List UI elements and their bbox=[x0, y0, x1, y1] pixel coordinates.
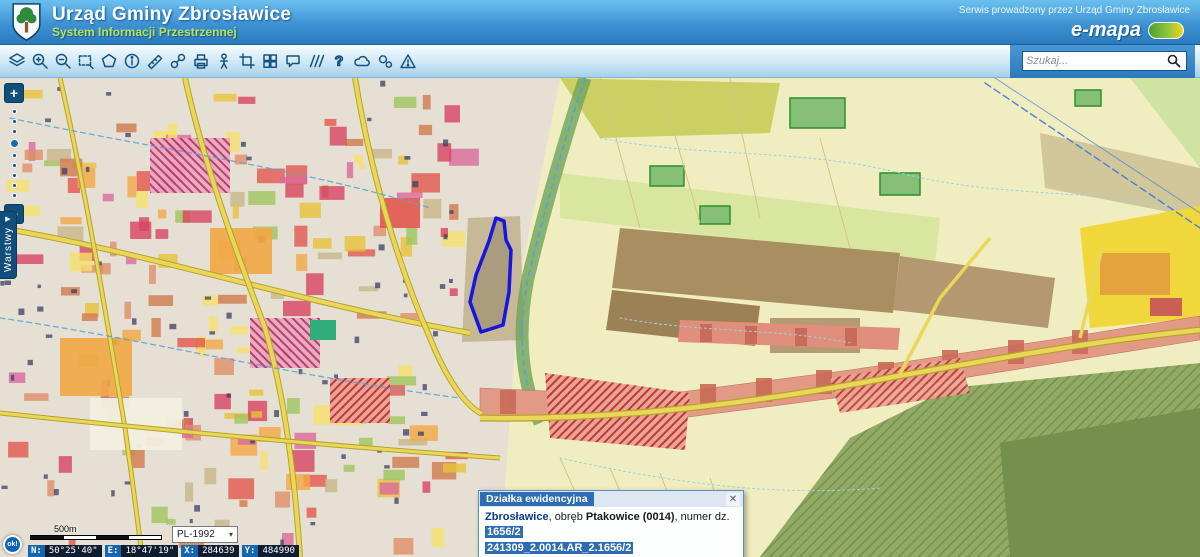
geoportal-badge-icon[interactable] bbox=[1148, 22, 1184, 39]
parcel-number: 1656/2 bbox=[485, 526, 523, 538]
cloud-icon[interactable] bbox=[350, 48, 373, 74]
coord-e-label: E: bbox=[105, 545, 122, 557]
coord-x-value: 284639 bbox=[198, 545, 239, 557]
scale-bar: 500m bbox=[30, 524, 162, 540]
parcel-description: Zbrosławice, obręb Ptakowice (0014), num… bbox=[485, 510, 737, 541]
projection-select[interactable]: PL-1992 ▾ bbox=[172, 526, 238, 543]
scale-label: 500m bbox=[54, 524, 162, 534]
emapa-brand[interactable]: e-mapa bbox=[1071, 19, 1141, 42]
street-view-icon[interactable] bbox=[212, 48, 235, 74]
zoom-level-dot[interactable] bbox=[12, 129, 17, 134]
coat-of-arms-logo bbox=[10, 2, 43, 42]
coord-n-label: N: bbox=[28, 545, 45, 557]
search-box bbox=[1022, 51, 1187, 71]
tiles-icon[interactable] bbox=[258, 48, 281, 74]
parcel-sep1: , obręb bbox=[549, 511, 586, 523]
coord-y-label: Y: bbox=[242, 545, 259, 557]
parcel-commune: Zbrosławice bbox=[485, 511, 549, 523]
parcel-obreb: Ptakowice (0014) bbox=[586, 511, 675, 523]
layers-panel-tab[interactable]: ▶ Warstwy bbox=[0, 211, 17, 279]
parcel-info-popup: Działka ewidencyjna ✕ Zbrosławice, obręb… bbox=[478, 490, 744, 557]
coord-n: N: 50°25'40" bbox=[28, 545, 102, 557]
settings-icon[interactable] bbox=[373, 48, 396, 74]
service-note: Serwis prowadzony przez Urząd Gminy Zbro… bbox=[959, 5, 1190, 16]
chevron-right-icon: ▶ bbox=[5, 216, 10, 224]
coord-e-value: 18°47'19" bbox=[121, 545, 178, 557]
parcel-sep2: , numer dz. bbox=[675, 511, 730, 523]
header: Urząd Gminy Zbrosławice System Informacj… bbox=[0, 0, 1200, 45]
hatch-icon[interactable] bbox=[304, 48, 327, 74]
selected-parcel-outline bbox=[470, 218, 511, 332]
zoom-slider[interactable] bbox=[10, 103, 19, 204]
projection-value: PL-1992 bbox=[177, 529, 215, 540]
zoom-level-dot[interactable] bbox=[12, 193, 17, 198]
page-subtitle: System Informacji Przestrzennej bbox=[52, 26, 291, 40]
toolbar: ? bbox=[0, 45, 1200, 78]
layers-icon[interactable] bbox=[5, 48, 28, 74]
help-icon[interactable]: ? bbox=[327, 48, 350, 74]
coord-n-value: 50°25'40" bbox=[45, 545, 102, 557]
zoom-level-dot[interactable] bbox=[12, 183, 17, 188]
zoom-level-dot[interactable] bbox=[12, 173, 17, 178]
popup-body: Zbrosławice, obręb Ptakowice (0014), num… bbox=[479, 507, 743, 557]
page-title: Urząd Gminy Zbrosławice bbox=[52, 4, 291, 26]
site-titles: Urząd Gminy Zbrosławice System Informacj… bbox=[52, 4, 291, 40]
zoom-control: + − bbox=[3, 83, 25, 224]
zoom-in-button[interactable]: + bbox=[4, 83, 24, 103]
search-input[interactable] bbox=[1026, 55, 1165, 67]
info-icon[interactable] bbox=[120, 48, 143, 74]
roadworks-icon[interactable] bbox=[396, 48, 419, 74]
map-image bbox=[0, 78, 1200, 557]
toolbar-search-area bbox=[1010, 45, 1195, 78]
select-area-icon[interactable] bbox=[74, 48, 97, 74]
map-canvas[interactable]: + − ▶ Warstwy 500m PL-1992 ▾ N: 50°25'40… bbox=[0, 78, 1200, 557]
comment-icon[interactable] bbox=[281, 48, 304, 74]
print-icon[interactable] bbox=[189, 48, 212, 74]
popup-titlebar: Działka ewidencyjna ✕ bbox=[479, 491, 743, 507]
coord-y: Y: 484990 bbox=[242, 545, 299, 557]
popup-title: Działka ewidencyjna bbox=[480, 492, 594, 506]
zoom-out-icon[interactable] bbox=[51, 48, 74, 74]
parcel-identifier-row: 241309_2.0014.AR_2.1656/2 bbox=[485, 541, 737, 556]
coord-x: X: 284639 bbox=[181, 545, 238, 557]
search-icon[interactable] bbox=[1165, 52, 1183, 70]
close-icon[interactable]: ✕ bbox=[726, 493, 740, 506]
measure-icon[interactable] bbox=[143, 48, 166, 74]
header-right: Serwis prowadzony przez Urząd Gminy Zbro… bbox=[959, 2, 1190, 42]
ok-logo[interactable]: ok! bbox=[3, 535, 22, 554]
coord-y-value: 484990 bbox=[258, 545, 299, 557]
coordinate-readout: N: 50°25'40" E: 18°47'19" X: 284639 Y: 4… bbox=[28, 545, 299, 557]
zoom-level-dot[interactable] bbox=[12, 119, 17, 124]
zoom-level-dot[interactable] bbox=[12, 153, 17, 158]
zoom-in-icon[interactable] bbox=[28, 48, 51, 74]
zoom-level-dot[interactable] bbox=[12, 163, 17, 168]
coord-x-label: X: bbox=[181, 545, 198, 557]
svg-text:?: ? bbox=[334, 53, 343, 69]
parcel-identifier: 241309_2.0014.AR_2.1656/2 bbox=[485, 542, 633, 554]
link-icon[interactable] bbox=[166, 48, 189, 74]
crop-icon[interactable] bbox=[235, 48, 258, 74]
layers-tab-label: Warstwy bbox=[3, 227, 14, 272]
scale-bar-segments bbox=[30, 535, 162, 540]
select-polygon-icon[interactable] bbox=[97, 48, 120, 74]
coord-e: E: 18°47'19" bbox=[105, 545, 179, 557]
chevron-down-icon: ▾ bbox=[229, 530, 233, 539]
zoom-level-dot[interactable] bbox=[12, 109, 17, 114]
zoom-level-current[interactable] bbox=[10, 139, 19, 148]
